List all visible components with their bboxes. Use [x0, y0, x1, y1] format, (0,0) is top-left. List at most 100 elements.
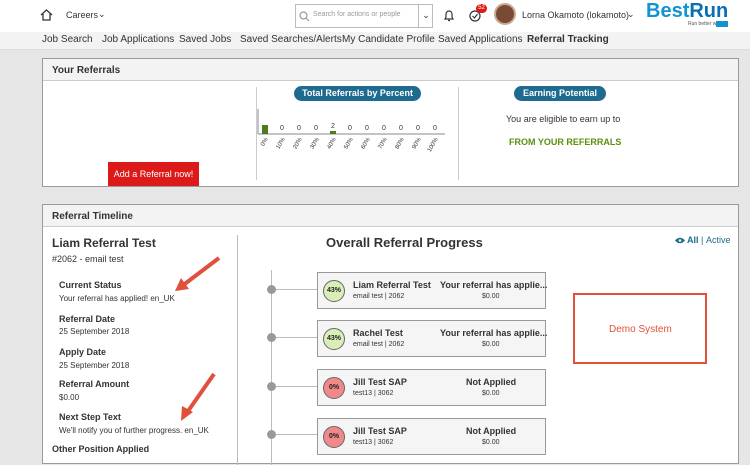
- card-status: Your referral has applie...: [440, 328, 548, 338]
- chart-value-label: 0: [399, 125, 403, 132]
- bell-icon[interactable]: [443, 9, 455, 22]
- company-logo: BestRun: [646, 0, 728, 23]
- chart-tick-label: 10%: [276, 136, 288, 150]
- chart-value-label: 0: [365, 125, 369, 132]
- chart-tick-label: 30%: [310, 136, 322, 150]
- card-name: Liam Referral Test: [353, 280, 431, 290]
- chart-tick-label: 50%: [344, 136, 356, 150]
- sap-logo-icon: [716, 21, 728, 27]
- card-amount: $0.00: [482, 439, 500, 446]
- home-icon[interactable]: [40, 9, 53, 21]
- app-menu-label[interactable]: Careers: [66, 10, 98, 20]
- field-label: Next Step Text: [59, 412, 121, 422]
- referral-card[interactable]: 0% Jill Test SAP test13 | 3062 Not Appli…: [317, 369, 546, 406]
- card-sub: test13 | 3062: [353, 390, 394, 397]
- referral-timeline-panel: Referral Timeline Liam Referral Test #20…: [42, 204, 739, 465]
- chevron-down-icon[interactable]: ⌄: [627, 9, 635, 20]
- timeline-connector: [276, 434, 317, 435]
- referral-subtitle: #2062 - email test: [52, 254, 124, 264]
- percent-chart-title: Total Referrals by Percent: [294, 86, 421, 101]
- your-referrals-panel: Your Referrals Add a Referral now! Total…: [42, 58, 739, 187]
- earning-text: You are eligible to earn up to: [506, 114, 621, 124]
- progress-badge: 43%: [323, 280, 345, 302]
- chart-value-label: 2: [331, 123, 335, 130]
- chart-tick-label: 90%: [412, 136, 424, 150]
- field-value: $0.00: [59, 393, 80, 402]
- card-status: Not Applied: [466, 426, 517, 436]
- top-bar: Careers ⌄ Search for actions or people ⌄…: [0, 0, 750, 32]
- card-sub: email test | 2062: [353, 341, 405, 348]
- nav-item-job-search[interactable]: Job Search: [42, 34, 93, 45]
- card-status: Your referral has applie...: [440, 280, 548, 290]
- chart-bar: [330, 131, 336, 134]
- avatar[interactable]: [494, 3, 516, 25]
- chart-value-label: 0: [297, 125, 301, 132]
- field-value: 25 September 2018: [59, 361, 130, 370]
- search-dropdown-icon[interactable]: ⌄: [418, 5, 433, 27]
- card-name: Jill Test SAP: [353, 377, 407, 387]
- add-referral-button[interactable]: Add a Referral now!: [108, 162, 199, 186]
- card-amount: $0.00: [482, 293, 500, 300]
- nav-item-saved-searches[interactable]: Saved Searches/Alerts: [240, 34, 342, 45]
- referral-name: Liam Referral Test: [52, 236, 156, 250]
- search-field[interactable]: Search for actions or people ⌄: [295, 4, 433, 28]
- chart-value-label: 0: [280, 125, 284, 132]
- card-amount: $0.00: [482, 341, 500, 348]
- filter-separator: |: [701, 235, 704, 245]
- timeline-connector: [276, 337, 317, 338]
- referral-card[interactable]: 43% Rachel Test email test | 2062 Your r…: [317, 320, 548, 357]
- user-name[interactable]: Lorna Okamoto (lokamoto): [522, 10, 629, 20]
- main-nav: Job Search Job Applications Saved Jobs S…: [0, 32, 750, 50]
- nav-item-candidate-profile[interactable]: My Candidate Profile: [342, 34, 435, 45]
- nav-item-saved-applications[interactable]: Saved Applications: [438, 34, 523, 45]
- progress-badge: 43%: [323, 328, 345, 350]
- search-icon: [299, 11, 310, 22]
- field-label: Other Position Applied: [52, 444, 150, 454]
- chart-value-label: 0: [382, 125, 386, 132]
- field-value: Your referral has applied! en_UK: [59, 294, 175, 303]
- filter-active-link[interactable]: Active: [706, 235, 731, 245]
- nav-item-saved-jobs[interactable]: Saved Jobs: [179, 34, 231, 45]
- chart-value-label: 0: [416, 125, 420, 132]
- timeline-dot: [267, 430, 276, 439]
- card-name: Jill Test SAP: [353, 426, 407, 436]
- divider: [458, 87, 459, 180]
- field-label: Current Status: [59, 280, 122, 290]
- chevron-down-icon[interactable]: ⌄: [98, 9, 106, 20]
- chart-value-label: 0: [314, 125, 318, 132]
- chart-value-label: 0: [433, 125, 437, 132]
- card-sub: email test | 2062: [353, 293, 405, 300]
- earning-source: FROM YOUR REFERRALS: [509, 137, 622, 147]
- field-label: Referral Date: [59, 314, 116, 324]
- filter-all-link[interactable]: All: [687, 235, 699, 245]
- chart-bar: [262, 125, 268, 134]
- demo-system-box: Demo System: [573, 293, 707, 364]
- eye-icon: [675, 237, 685, 244]
- logo-best: Best: [646, 0, 690, 22]
- notification-badge: 52: [476, 4, 487, 13]
- chart-tick-label: 20%: [293, 136, 305, 150]
- card-name: Rachel Test: [353, 328, 403, 338]
- card-amount: $0.00: [482, 390, 500, 397]
- chart-tick-label: 70%: [378, 136, 390, 150]
- chart-tick-label: 0%: [260, 136, 270, 147]
- field-value: 25 September 2018: [59, 327, 130, 336]
- field-label: Apply Date: [59, 347, 107, 357]
- progress-badge: 0%: [323, 377, 345, 399]
- chart-tick-label: 100%: [427, 136, 440, 153]
- card-sub: test13 | 3062: [353, 439, 394, 446]
- earning-potential-title: Earning Potential: [514, 86, 606, 101]
- referral-card[interactable]: 43% Liam Referral Test email test | 2062…: [317, 272, 548, 309]
- nav-item-referral-tracking[interactable]: Referral Tracking: [527, 34, 609, 45]
- timeline-connector: [276, 289, 317, 290]
- progress-title: Overall Referral Progress: [326, 235, 483, 250]
- chart-value-label: 0: [348, 125, 352, 132]
- referral-card[interactable]: 0% Jill Test SAP test13 | 3062 Not Appli…: [317, 418, 546, 455]
- panel-title: Referral Timeline: [43, 205, 738, 227]
- divider: [237, 235, 238, 465]
- card-status: Not Applied: [466, 377, 517, 387]
- nav-item-job-applications[interactable]: Job Applications: [102, 34, 174, 45]
- search-input[interactable]: Search for actions or people: [313, 11, 401, 18]
- panel-title: Your Referrals: [43, 59, 738, 81]
- timeline-dot: [267, 382, 276, 391]
